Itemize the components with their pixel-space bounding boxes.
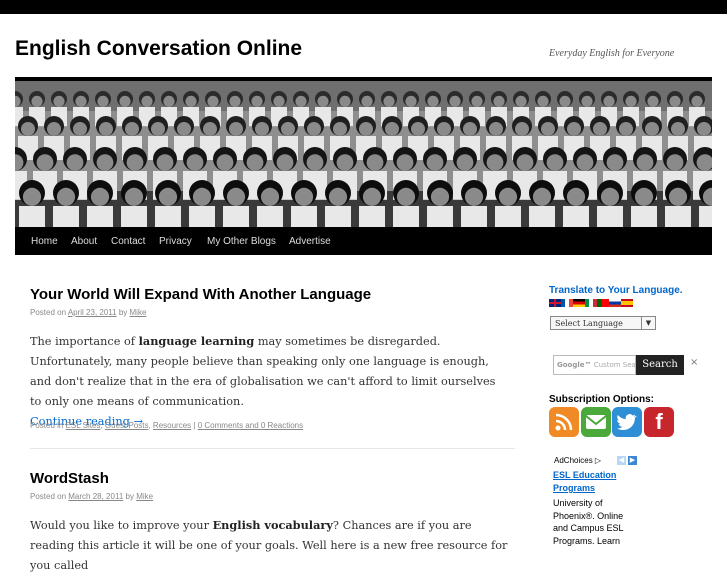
excerpt-bold: English vocabulary	[212, 518, 333, 532]
post-excerpt: The importance of language learning may …	[30, 331, 510, 432]
separator: |	[193, 421, 196, 430]
dropdown-arrow-icon[interactable]: ▼	[641, 317, 655, 329]
top-black-bar	[0, 0, 727, 14]
category-link[interactable]: Guest Posts	[105, 421, 149, 430]
by-label: by	[118, 308, 128, 317]
author-link[interactable]: Mike	[130, 308, 147, 317]
search-input[interactable]: Google™ Custom Search	[553, 355, 636, 375]
post-title[interactable]: WordStash	[30, 470, 109, 487]
category-link[interactable]: Resources	[153, 421, 191, 430]
email-icon[interactable]	[581, 407, 611, 437]
language-select-value: Select Language	[555, 319, 623, 328]
nav-contact[interactable]: Contact	[111, 236, 145, 247]
excerpt-text: Would you like to improve your	[30, 519, 213, 532]
translate-widget-title: Translate to Your Language.	[549, 285, 683, 296]
twitter-icon[interactable]	[612, 407, 642, 437]
nav-advertise[interactable]: Advertise	[289, 236, 331, 247]
ad-prev-icon[interactable]: ◀	[617, 456, 626, 465]
adchoices-icon: ▷	[594, 456, 602, 465]
excerpt-bold: language learning	[138, 334, 255, 348]
flag-it-icon[interactable]	[585, 299, 597, 307]
flag-fr-icon[interactable]	[561, 299, 573, 307]
flag-pt-icon[interactable]	[597, 299, 609, 307]
excerpt-text: The importance of	[30, 335, 139, 348]
search-placeholder: Custom Search	[593, 361, 636, 369]
main-navigation: Home About Contact Privacy My Other Blog…	[15, 227, 712, 255]
google-logo-icon: Google™	[557, 361, 592, 369]
header-banner-image	[15, 81, 712, 227]
site-tagline: Everyday English for Everyone	[549, 48, 675, 59]
clear-search-icon[interactable]: ×	[690, 357, 698, 368]
rss-icon[interactable]	[549, 407, 579, 437]
post-excerpt: Would you like to improve your English v…	[30, 515, 510, 576]
post-date-link[interactable]: April 23, 2011	[68, 308, 117, 317]
subscription-title: Subscription Options:	[549, 394, 654, 405]
post-separator	[30, 448, 515, 449]
ad-title-link[interactable]: ESL Education Programs	[553, 469, 633, 495]
adchoices-label[interactable]: AdChoices ▷	[554, 456, 601, 465]
post-footer: Posted in ESL Sites, Guest Posts, Resour…	[30, 421, 304, 430]
posted-on-label: Posted on	[30, 492, 67, 501]
nav-privacy[interactable]: Privacy	[159, 236, 192, 247]
flag-uk-icon[interactable]	[549, 299, 561, 307]
facebook-icon[interactable]: f	[644, 407, 674, 437]
flag-es-icon[interactable]	[621, 299, 633, 307]
post-date-link[interactable]: March 28, 2011	[68, 492, 123, 501]
comments-link[interactable]: 0 Comments and 0 Reactions	[198, 421, 303, 430]
posted-on-label: Posted on	[30, 308, 67, 317]
nav-my-other-blogs[interactable]: My Other Blogs	[207, 236, 276, 247]
category-link[interactable]: ESL Sites	[66, 421, 101, 430]
site-title[interactable]: English Conversation Online	[15, 37, 302, 61]
adchoices-text: AdChoices	[554, 456, 593, 465]
language-flags	[549, 299, 633, 307]
post-meta: Posted on March 28, 2011 by Mike	[30, 492, 153, 501]
posted-in-label: Posted in	[30, 421, 64, 430]
flag-ru-icon[interactable]	[609, 299, 621, 307]
nav-about[interactable]: About	[71, 236, 97, 247]
facebook-glyph: f	[655, 409, 663, 434]
by-label: by	[125, 492, 134, 501]
post-meta: Posted on April 23, 2011 by Mike	[30, 308, 146, 317]
ad-next-icon[interactable]: ▶	[628, 456, 637, 465]
search-button[interactable]: Search	[636, 355, 684, 375]
language-select[interactable]: Select Language ▼	[550, 316, 656, 330]
nav-home[interactable]: Home	[31, 236, 58, 247]
flag-de-icon[interactable]	[573, 299, 585, 307]
post-title[interactable]: Your World Will Expand With Another Lang…	[30, 286, 371, 303]
author-link[interactable]: Mike	[136, 492, 153, 501]
ad-description: University of Phoenix®. Online and Campu…	[553, 498, 624, 546]
